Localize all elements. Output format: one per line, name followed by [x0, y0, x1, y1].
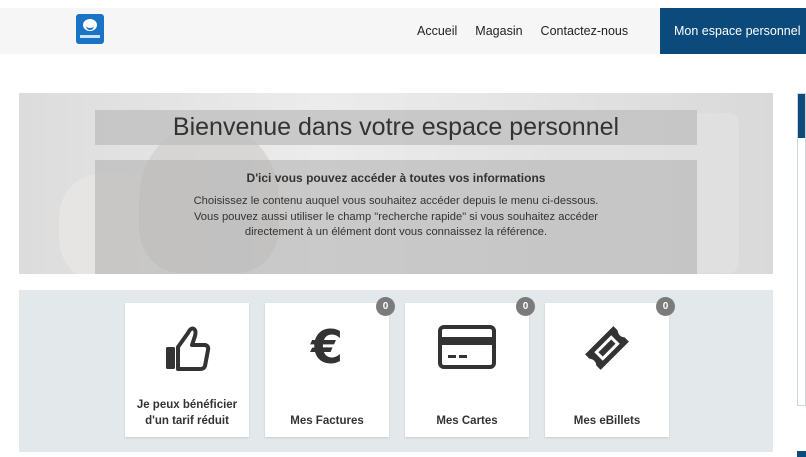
euro-icon: € [310, 320, 343, 374]
card-ebillets[interactable]: 0 Mes eBillets [545, 297, 675, 437]
ebillets-count-badge: 0 [656, 297, 675, 316]
intro-box: D'ici vous pouvez accéder à toutes vos i… [95, 160, 697, 274]
cartes-count-badge: 0 [516, 297, 535, 316]
intro-text: Choisissez le contenu auquel vous souhai… [193, 195, 599, 238]
credit-card-icon [405, 323, 529, 371]
logo[interactable] [76, 14, 104, 44]
nav-item-magasin[interactable]: Magasin [466, 24, 531, 38]
card-label: Mes Cartes [436, 415, 498, 427]
nav-item-espace-personnel[interactable]: Mon espace personnel [660, 8, 806, 54]
page-title: Bienvenue dans votre espace personnel [95, 110, 697, 145]
thumbs-up-icon [125, 323, 249, 371]
side-panel [797, 93, 806, 406]
side-panel-header [798, 94, 805, 138]
factures-count-badge: 0 [376, 297, 395, 316]
card-label: Mes Factures [290, 415, 364, 427]
card-label: Je peux bénéficier d'un tarif réduit [136, 399, 238, 427]
top-navigation: Accueil Magasin Contactez-nous Mon espac… [0, 0, 806, 61]
card-factures[interactable]: 0 € Mes Factures [265, 297, 395, 437]
intro-subtitle: D'ici vous pouvez accéder à toutes vos i… [246, 171, 546, 185]
ticket-icon [545, 323, 669, 371]
nav-item-contact[interactable]: Contactez-nous [532, 24, 638, 38]
logo-base [80, 35, 100, 38]
nav-menu: Accueil Magasin Contactez-nous [408, 8, 637, 54]
welcome-banner: Bienvenue dans votre espace personnel D'… [19, 93, 773, 274]
cards-area: Je peux bénéficier d'un tarif réduit 0 €… [19, 290, 773, 452]
card-cartes[interactable]: 0 Mes Cartes [405, 297, 535, 437]
nav-item-accueil[interactable]: Accueil [408, 24, 466, 38]
logo-face-icon [83, 19, 97, 31]
card-tarif-reduit[interactable]: Je peux bénéficier d'un tarif réduit [125, 303, 249, 437]
card-label: Mes eBillets [573, 415, 641, 427]
side-panel-footer [797, 451, 806, 457]
